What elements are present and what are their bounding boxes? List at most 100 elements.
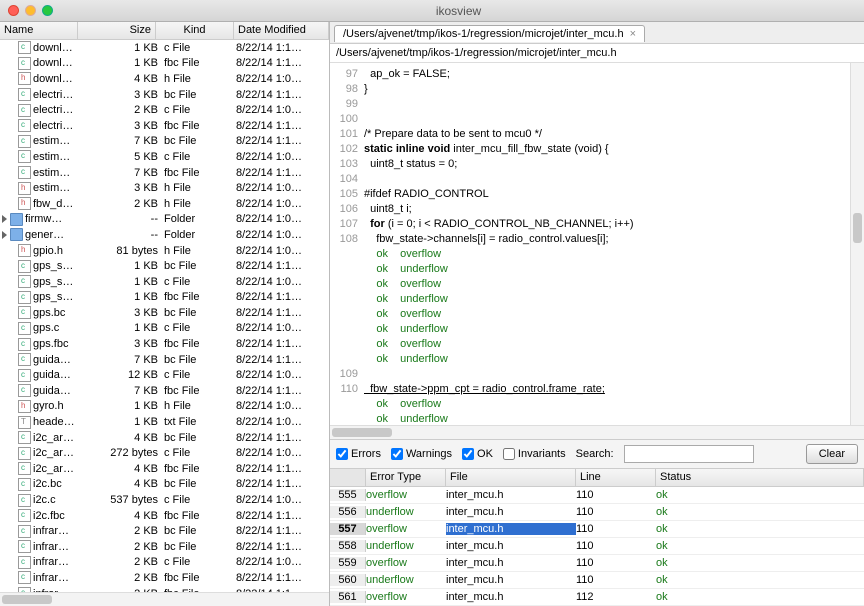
code-line[interactable]: ok overflow [334, 247, 864, 262]
file-row[interactable]: gps_s…1 KBc File8/22/14 1:0… [0, 274, 329, 290]
disclosure-triangle-icon[interactable] [2, 215, 7, 223]
code-line[interactable]: 106 uint8_t i; [334, 202, 864, 217]
file-row[interactable]: gps.fbc3 KBfbc File8/22/14 1:1… [0, 336, 329, 352]
col-header-name[interactable]: Name [0, 22, 78, 39]
close-tab-icon[interactable]: × [630, 28, 636, 40]
code-line[interactable]: 98} [334, 82, 864, 97]
code-line[interactable]: 109 [334, 367, 864, 382]
file-row[interactable]: guida…12 KBc File8/22/14 1:0… [0, 367, 329, 383]
code-line[interactable]: ok overflow [334, 307, 864, 322]
col-header-kind[interactable]: Kind [156, 22, 234, 39]
ok-check-input[interactable] [462, 448, 474, 460]
results-col-status[interactable]: Status [656, 469, 864, 486]
code-line[interactable]: 110 fbw_state->ppm_cpt = radio_control.f… [334, 382, 864, 397]
results-col-file[interactable]: File [446, 469, 576, 486]
file-row[interactable]: i2c_ar…4 KBfbc File8/22/14 1:1… [0, 461, 329, 477]
code-line[interactable]: 107 for (i = 0; i < RADIO_CONTROL_NB_CHA… [334, 217, 864, 232]
warnings-check-input[interactable] [391, 448, 403, 460]
code-line[interactable]: ok underflow [334, 292, 864, 307]
clear-button[interactable]: Clear [806, 444, 858, 464]
editor-tab[interactable]: /Users/ajvenet/tmp/ikos-1/regression/mic… [334, 25, 645, 42]
code-line[interactable]: ok overflow [334, 397, 864, 412]
file-row[interactable]: i2c.c537 bytesc File8/22/14 1:0… [0, 492, 329, 508]
errors-checkbox[interactable]: Errors [336, 448, 381, 460]
file-row[interactable]: estim…5 KBc File8/22/14 1:0… [0, 149, 329, 165]
file-list-hscroll[interactable] [0, 592, 329, 606]
code-line[interactable]: ok underflow [334, 412, 864, 425]
result-row[interactable]: 555overflowinter_mcu.h110ok [330, 487, 864, 504]
file-row[interactable]: i2c.fbc4 KBfbc File8/22/14 1:1… [0, 508, 329, 524]
file-row[interactable]: i2c_ar…4 KBbc File8/22/14 1:1… [0, 430, 329, 446]
file-row[interactable]: gps_s…1 KBfbc File8/22/14 1:1… [0, 290, 329, 306]
file-row[interactable]: gps.bc3 KBbc File8/22/14 1:1… [0, 305, 329, 321]
file-row[interactable]: electri…3 KBfbc File8/22/14 1:1… [0, 118, 329, 134]
file-row[interactable]: downl…1 KBfbc File8/22/14 1:1… [0, 56, 329, 72]
code-line[interactable]: ok underflow [334, 262, 864, 277]
file-row[interactable]: gps_s…1 KBbc File8/22/14 1:1… [0, 258, 329, 274]
code-line[interactable]: 108 fbw_state->channels[i] = radio_contr… [334, 232, 864, 247]
code-text: fbw_state->channels[i] = radio_control.v… [364, 232, 609, 247]
result-row[interactable]: 559overflowinter_mcu.h110ok [330, 555, 864, 572]
file-row[interactable]: firmw…--Folder8/22/14 1:0… [0, 212, 329, 228]
results-col-line[interactable]: Line [576, 469, 656, 486]
warnings-checkbox[interactable]: Warnings [391, 448, 452, 460]
code-line[interactable]: ok overflow [334, 277, 864, 292]
code-line[interactable]: 99 [334, 97, 864, 112]
close-window-button[interactable] [8, 5, 19, 16]
file-row[interactable]: estim…3 KBh File8/22/14 1:0… [0, 180, 329, 196]
file-row[interactable]: downl…1 KBc File8/22/14 1:1… [0, 40, 329, 56]
result-row[interactable]: 561overflowinter_mcu.h112ok [330, 589, 864, 606]
file-row[interactable]: gener…--Folder8/22/14 1:0… [0, 227, 329, 243]
file-row[interactable]: estim…7 KBfbc File8/22/14 1:1… [0, 165, 329, 181]
col-header-size[interactable]: Size [78, 22, 156, 39]
file-row[interactable]: gps.c1 KBc File8/22/14 1:0… [0, 321, 329, 337]
result-row[interactable]: 557overflowinter_mcu.h110ok [330, 521, 864, 538]
file-row[interactable]: fbw_d…2 KBh File8/22/14 1:0… [0, 196, 329, 212]
col-header-date[interactable]: Date Modified [234, 22, 329, 39]
zoom-window-button[interactable] [42, 5, 53, 16]
file-row[interactable]: gyro.h1 KBh File8/22/14 1:0… [0, 399, 329, 415]
file-row[interactable]: electri…2 KBc File8/22/14 1:0… [0, 102, 329, 118]
file-row[interactable]: gpio.h81 bytesh File8/22/14 1:0… [0, 243, 329, 259]
code-line[interactable]: ok underflow [334, 352, 864, 367]
code-line[interactable]: 97 ap_ok = FALSE; [334, 67, 864, 82]
code-line[interactable]: 105#ifdef RADIO_CONTROL [334, 187, 864, 202]
file-name: gpio.h [33, 245, 63, 257]
ok-checkbox[interactable]: OK [462, 448, 493, 460]
file-row[interactable]: i2c.bc4 KBbc File8/22/14 1:1… [0, 477, 329, 493]
file-row[interactable]: guida…7 KBfbc File8/22/14 1:1… [0, 383, 329, 399]
file-row[interactable]: i2c_ar…272 bytesc File8/22/14 1:0… [0, 445, 329, 461]
results-col-errortype[interactable]: Error Type [366, 469, 446, 486]
file-row[interactable]: infrar…2 KBfbc File8/22/14 1:1… [0, 570, 329, 586]
file-row[interactable]: electri…3 KBbc File8/22/14 1:1… [0, 87, 329, 103]
invariants-check-input[interactable] [503, 448, 515, 460]
file-name: gps_s… [33, 276, 73, 288]
file-row[interactable]: infrar…2 KBc File8/22/14 1:0… [0, 555, 329, 571]
code-line[interactable]: 102static inline void inter_mcu_fill_fbw… [334, 142, 864, 157]
code-line[interactable]: 101/* Prepare data to be sent to mcu0 */ [334, 127, 864, 142]
disclosure-triangle-icon[interactable] [2, 231, 7, 239]
result-row[interactable]: 558underflowinter_mcu.h110ok [330, 538, 864, 555]
code-line[interactable]: 100 [334, 112, 864, 127]
file-row[interactable]: infrar…2 KBbc File8/22/14 1:1… [0, 523, 329, 539]
file-row[interactable]: estim…7 KBbc File8/22/14 1:1… [0, 134, 329, 150]
search-input[interactable] [624, 445, 754, 463]
code-vscroll[interactable] [850, 63, 864, 425]
file-row[interactable]: heade…1 KBtxt File8/22/14 1:0… [0, 414, 329, 430]
code-line[interactable]: 104 [334, 172, 864, 187]
result-row[interactable]: 556underflowinter_mcu.h110ok [330, 504, 864, 521]
results-col-id[interactable] [330, 469, 366, 486]
code-line[interactable]: ok underflow [334, 322, 864, 337]
file-row[interactable]: infrar…2 KBbc File8/22/14 1:1… [0, 539, 329, 555]
result-row[interactable]: 560underflowinter_mcu.h110ok [330, 572, 864, 589]
code-view[interactable]: 97 ap_ok = FALSE;98}99100101/* Prepare d… [330, 63, 864, 425]
errors-check-input[interactable] [336, 448, 348, 460]
file-row[interactable]: downl…4 KBh File8/22/14 1:0… [0, 71, 329, 87]
minimize-window-button[interactable] [25, 5, 36, 16]
file-list[interactable]: downl…1 KBc File8/22/14 1:1…downl…1 KBfb… [0, 40, 329, 592]
invariants-checkbox[interactable]: Invariants [503, 448, 566, 460]
code-hscroll[interactable] [330, 425, 864, 439]
code-line[interactable]: ok overflow [334, 337, 864, 352]
code-line[interactable]: 103 uint8_t status = 0; [334, 157, 864, 172]
file-row[interactable]: guida…7 KBbc File8/22/14 1:1… [0, 352, 329, 368]
